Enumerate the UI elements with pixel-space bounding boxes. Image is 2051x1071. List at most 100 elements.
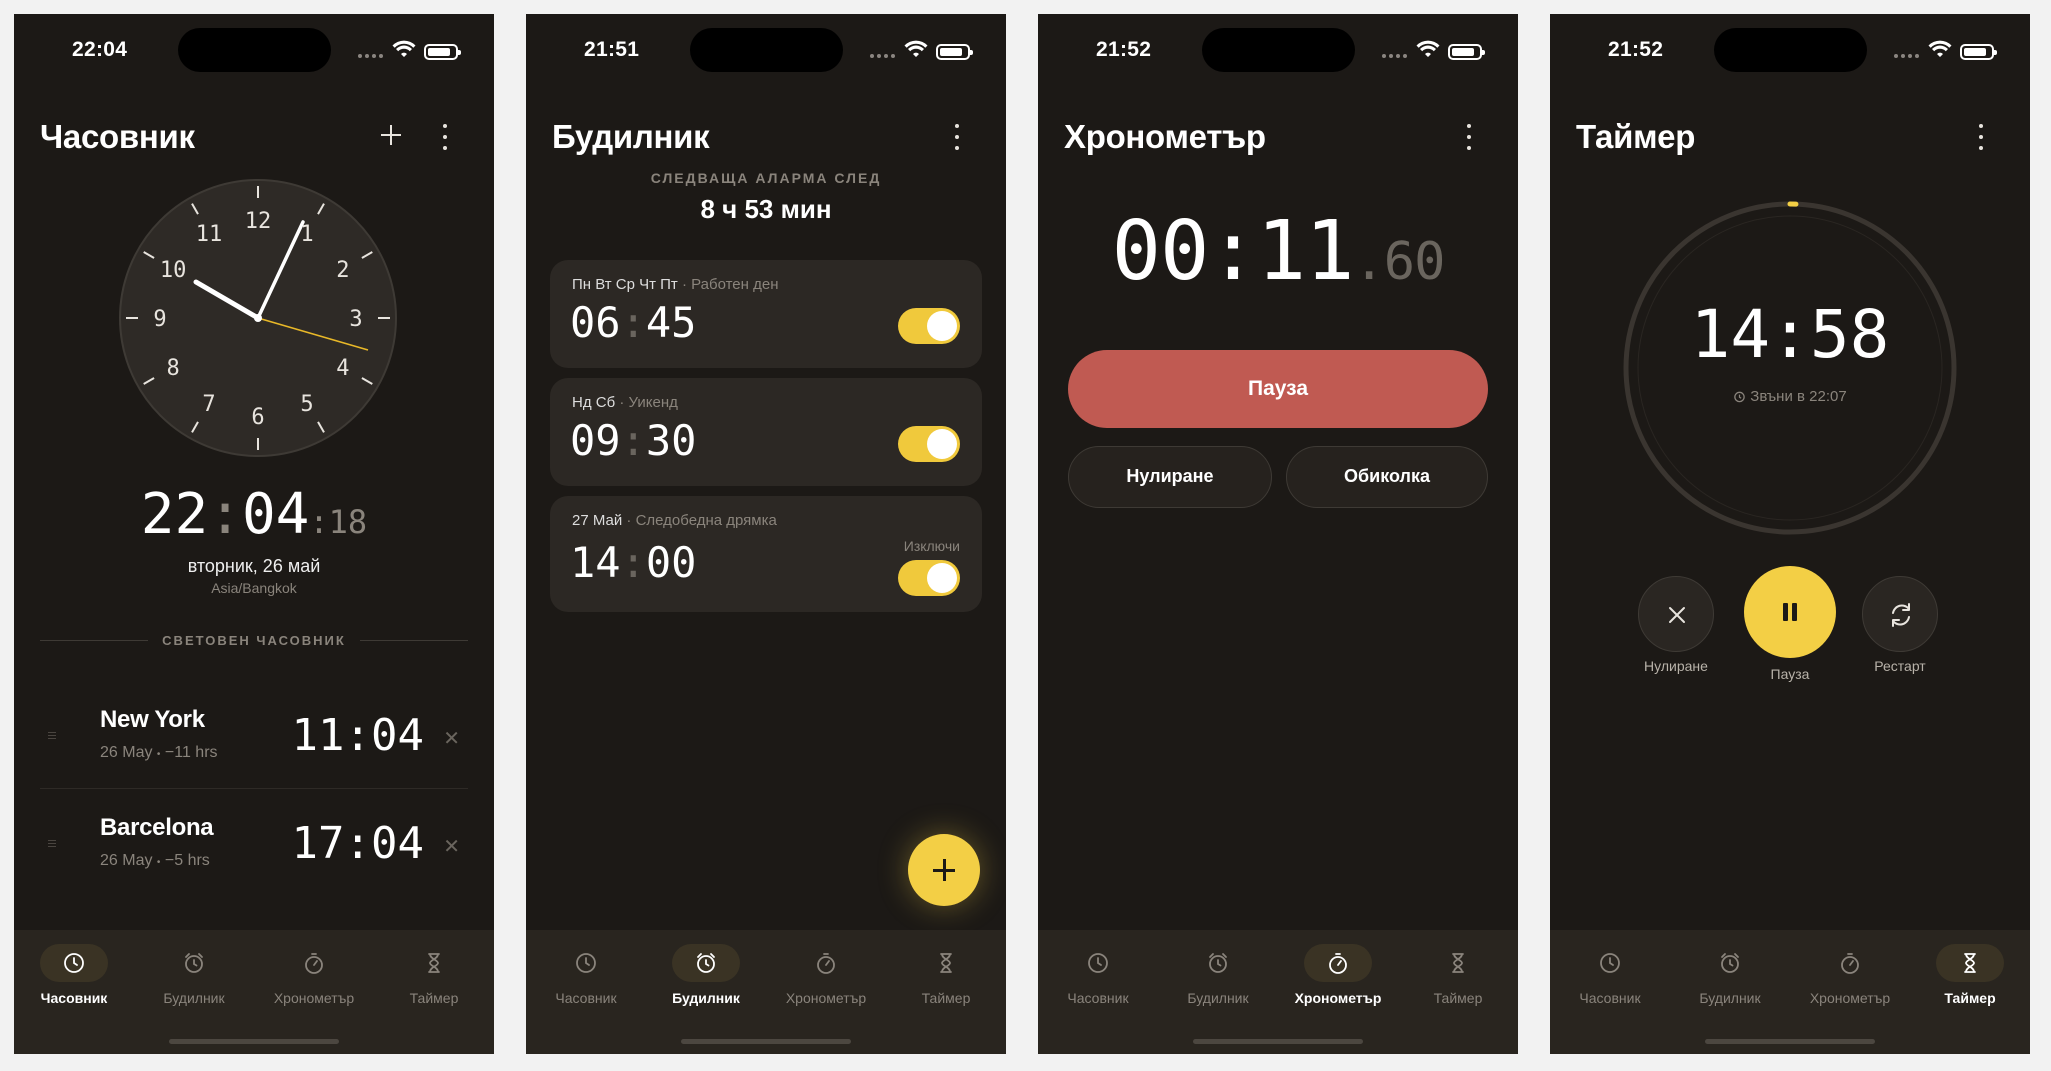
tab-clock[interactable]: Часовник xyxy=(526,944,646,1014)
tab-clock[interactable]: Часовник xyxy=(1550,944,1670,1014)
tab-clock[interactable]: Часовник xyxy=(14,944,134,1014)
analog-clock: 121234567891011 xyxy=(119,179,397,457)
dynamic-island xyxy=(1714,28,1867,72)
tab-alarm[interactable]: Будилник xyxy=(1158,944,1278,1014)
tab-bar: Часовник Будилник Хронометър Таймер xyxy=(14,930,494,1054)
remove-city-button[interactable]: ✕ xyxy=(443,834,460,859)
clock-number: 9 xyxy=(153,307,166,332)
alarm-time: 09:30 xyxy=(570,416,697,465)
home-indicator xyxy=(1193,1039,1363,1044)
tab-alarm[interactable]: Будилник xyxy=(134,944,254,1014)
tab-bar: Часовник Будилник Хронометър Таймер xyxy=(526,930,1006,1054)
page-title: Будилник xyxy=(552,118,710,155)
lap-button[interactable]: Обиколка xyxy=(1286,446,1488,508)
tab-timer[interactable]: Таймер xyxy=(1910,944,2030,1014)
tab-label: Часовник xyxy=(1579,990,1641,1006)
more-menu-button[interactable] xyxy=(440,124,450,150)
signal-icon xyxy=(1894,54,1920,60)
reset-timer-button[interactable] xyxy=(1638,576,1714,652)
alarm-card-weekday[interactable]: Пн Вт Ср Чт Пт · Работен ден 06:45 xyxy=(550,260,982,368)
timezone-label: Asia/Bangkok xyxy=(211,580,297,596)
alarm-icon xyxy=(185,953,203,973)
city-row-barcelona[interactable]: Barcelona 26 May • −5 hrs 17:04 ✕ xyxy=(40,792,468,892)
alarm-screen: 21:51 Будилник СЛЕДВАЩА АЛАРМА СЛЕД 8 ч … xyxy=(526,14,1006,1054)
status-bar: 21:51 xyxy=(526,14,1006,86)
stopwatch-icon xyxy=(1329,953,1347,974)
home-indicator xyxy=(169,1039,339,1044)
divider xyxy=(40,788,468,789)
tab-label: Часовник xyxy=(555,990,617,1006)
hourglass-icon xyxy=(940,953,952,973)
battery-icon xyxy=(1448,44,1485,60)
restart-icon xyxy=(1892,603,1910,627)
tab-label: Часовник xyxy=(1067,990,1129,1006)
status-time: 21:51 xyxy=(584,38,640,61)
tab-stopwatch[interactable]: Хронометър xyxy=(1278,944,1398,1014)
stopwatch-icon xyxy=(817,953,835,974)
add-alarm-button[interactable] xyxy=(908,834,980,906)
timer-ends-at: Звъни в 22:07 xyxy=(1550,388,2030,405)
restart-timer-button[interactable] xyxy=(1862,576,1938,652)
clock-number: 2 xyxy=(336,258,349,283)
pause-button[interactable]: Пауза xyxy=(1068,350,1488,428)
stopwatch-time: 00:11.60 xyxy=(1111,204,1446,299)
alarm-card-weekend[interactable]: Нд Сб · Уикенд 09:30 xyxy=(550,378,982,486)
reset-button[interactable]: Нулиране xyxy=(1068,446,1272,508)
battery-icon xyxy=(1960,44,1997,60)
add-city-button[interactable] xyxy=(378,122,404,148)
alarm-days: Нд Сб · Уикенд xyxy=(572,394,678,411)
page-title: Часовник xyxy=(40,118,195,155)
status-time: 22:04 xyxy=(72,38,128,61)
drag-handle-icon[interactable] xyxy=(48,732,56,740)
next-alarm-countdown: 8 ч 53 мин xyxy=(700,194,832,224)
disable-once-label[interactable]: Изключи xyxy=(904,538,960,554)
clock-number: 10 xyxy=(160,258,187,283)
home-indicator xyxy=(1705,1039,1875,1044)
tab-alarm[interactable]: Будилник xyxy=(1670,944,1790,1014)
tab-label: Хронометър xyxy=(1809,990,1891,1006)
status-time: 21:52 xyxy=(1096,38,1152,61)
alarm-card-nap[interactable]: 27 Май · Следобедна дрямка 14:00 Изключи xyxy=(550,496,982,612)
tab-label: Будилник xyxy=(672,990,740,1006)
alarm-icon xyxy=(697,953,715,973)
city-row-new-york[interactable]: New York 26 May • −11 hrs 11:04 ✕ xyxy=(40,684,468,784)
tab-timer[interactable]: Таймер xyxy=(1398,944,1518,1014)
restart-label: Рестарт xyxy=(1874,658,1926,674)
dynamic-island xyxy=(178,28,331,72)
more-menu-button[interactable] xyxy=(1976,124,1986,150)
timer-screen: 21:52 Таймер 14:58 Звъни в 22:07 Нулиран… xyxy=(1550,14,2030,1054)
alarm-toggle[interactable] xyxy=(898,308,960,344)
clock-icon xyxy=(64,953,84,973)
hourglass-icon xyxy=(1452,953,1464,973)
city-time: 17:04 xyxy=(291,818,424,869)
clock-icon xyxy=(576,953,596,973)
alarm-toggle[interactable] xyxy=(898,560,960,596)
remove-city-button[interactable]: ✕ xyxy=(443,726,460,751)
wifi-icon xyxy=(1416,40,1440,57)
status-bar: 22:04 xyxy=(14,14,494,86)
tab-stopwatch[interactable]: Хронометър xyxy=(1790,944,1910,1014)
alarm-small-icon xyxy=(1734,391,1746,403)
more-menu-button[interactable] xyxy=(952,124,962,150)
dynamic-island xyxy=(1202,28,1355,72)
more-menu-button[interactable] xyxy=(1464,124,1474,150)
city-meta: 26 May • −11 hrs xyxy=(100,744,218,761)
alarm-days: Пн Вт Ср Чт Пт · Работен ден xyxy=(572,276,779,293)
tab-timer[interactable]: Таймер xyxy=(886,944,1006,1014)
tab-stopwatch[interactable]: Хронометър xyxy=(766,944,886,1014)
pause-icon xyxy=(1783,603,1797,621)
pause-label: Пауза xyxy=(1770,666,1810,682)
alarm-toggle[interactable] xyxy=(898,426,960,462)
drag-handle-icon[interactable] xyxy=(48,840,56,848)
tab-clock[interactable]: Часовник xyxy=(1038,944,1158,1014)
tab-label: Будилник xyxy=(1699,990,1761,1006)
tab-alarm[interactable]: Будилник xyxy=(646,944,766,1014)
wifi-icon xyxy=(904,40,928,57)
reset-label: Нулиране xyxy=(1644,658,1708,674)
tab-stopwatch[interactable]: Хронометър xyxy=(254,944,374,1014)
tab-timer[interactable]: Таймер xyxy=(374,944,494,1014)
clock-number: 5 xyxy=(300,392,313,417)
alarm-time: 14:00 xyxy=(570,538,697,587)
pause-timer-button[interactable] xyxy=(1744,566,1836,658)
clock-number: 4 xyxy=(336,356,349,381)
